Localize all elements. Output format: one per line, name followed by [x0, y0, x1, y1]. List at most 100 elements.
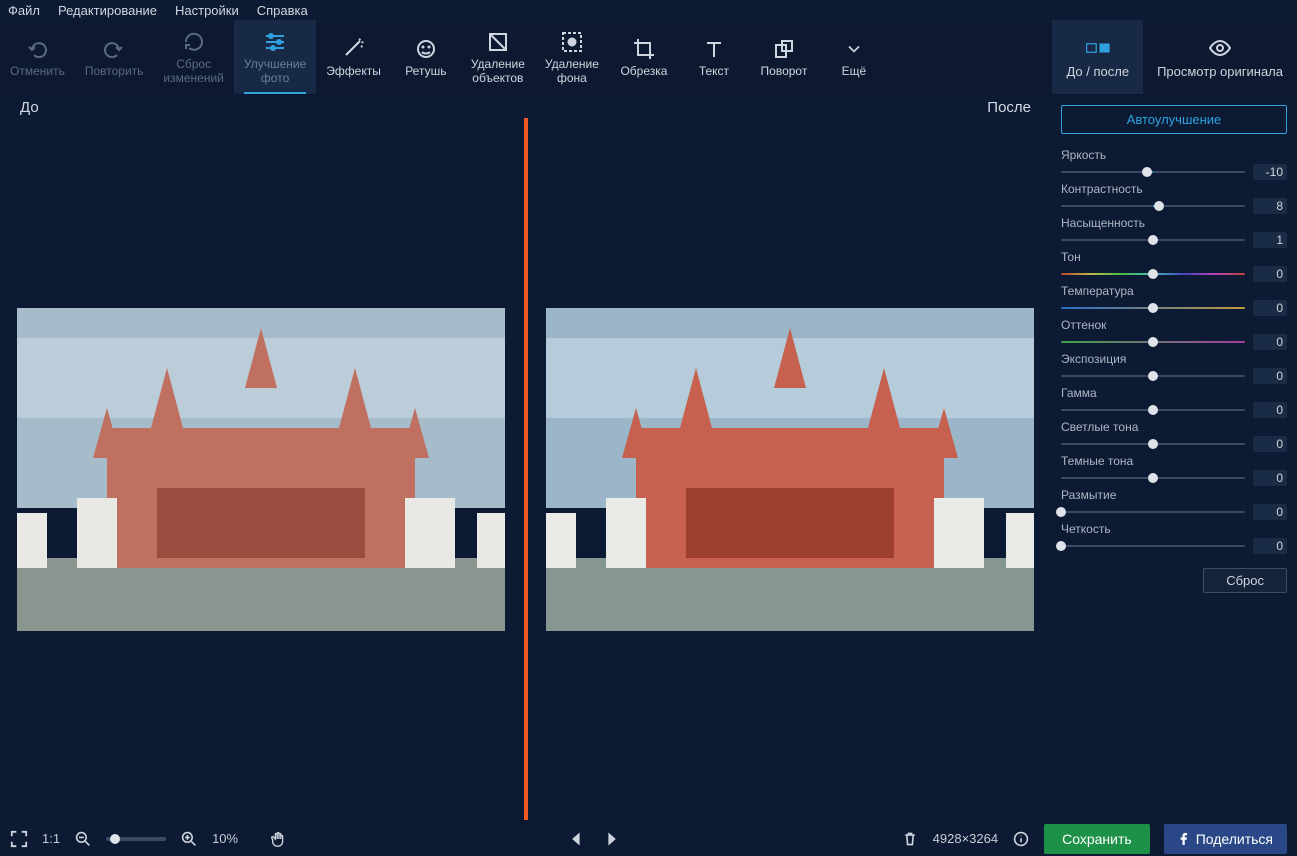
- enhance-label: Улучшение фото: [244, 58, 306, 86]
- slider-track[interactable]: [1061, 201, 1245, 211]
- slider-value[interactable]: 0: [1253, 538, 1287, 554]
- slider-thumb[interactable]: [1148, 473, 1158, 483]
- dimensions: 4928×3264: [933, 831, 998, 846]
- slider-value[interactable]: 0: [1253, 334, 1287, 350]
- slider-label: Температура: [1061, 284, 1287, 298]
- before-after-toggle[interactable]: До / после: [1052, 20, 1143, 94]
- info-icon[interactable]: [1012, 830, 1030, 848]
- before-pane: [0, 118, 524, 820]
- slider-value[interactable]: 0: [1253, 368, 1287, 384]
- slider-track[interactable]: [1061, 371, 1245, 381]
- undo-button[interactable]: Отменить: [0, 20, 75, 94]
- enhance-button[interactable]: Улучшение фото: [234, 20, 316, 94]
- slider-value[interactable]: 0: [1253, 470, 1287, 486]
- remove-objects-icon: [486, 30, 510, 54]
- reset-sliders-button[interactable]: Сброс: [1203, 568, 1287, 593]
- slider-value[interactable]: -10: [1253, 164, 1287, 180]
- reset-changes-button[interactable]: Сброс изменений: [153, 20, 233, 94]
- slider-thumb[interactable]: [1148, 337, 1158, 347]
- view-original-label: Просмотр оригинала: [1157, 64, 1283, 79]
- retouch-icon: [414, 37, 438, 61]
- slider-track[interactable]: [1061, 235, 1245, 245]
- slider-track[interactable]: [1061, 167, 1245, 177]
- redo-button[interactable]: Повторить: [75, 20, 154, 94]
- slider-thumb[interactable]: [1148, 439, 1158, 449]
- slider-row: Светлые тона0: [1061, 420, 1287, 452]
- after-image: [546, 308, 1034, 631]
- slider-value[interactable]: 1: [1253, 232, 1287, 248]
- undo-icon: [25, 37, 49, 61]
- slider-row: Температура 0: [1061, 284, 1287, 316]
- menu-bar: Файл Редактирование Настройки Справка: [0, 0, 1297, 20]
- slider-thumb[interactable]: [1056, 507, 1066, 517]
- effects-button[interactable]: Эффекты: [316, 20, 391, 94]
- slider-thumb[interactable]: [1148, 235, 1158, 245]
- slider-value[interactable]: 0: [1253, 504, 1287, 520]
- slider-row: Яркость-10: [1061, 148, 1287, 180]
- next-image-icon[interactable]: [603, 830, 621, 848]
- zoom-out-icon[interactable]: [74, 830, 92, 848]
- rotate-button[interactable]: Поворот: [749, 20, 819, 94]
- menu-help[interactable]: Справка: [257, 3, 308, 18]
- remove-bg-button[interactable]: Удаление фона: [535, 20, 609, 94]
- view-original-button[interactable]: Просмотр оригинала: [1143, 20, 1297, 94]
- text-label: Текст: [699, 65, 729, 79]
- enhance-icon: [263, 30, 287, 54]
- slider-value[interactable]: 8: [1253, 198, 1287, 214]
- remove-objects-button[interactable]: Удаление объектов: [461, 20, 535, 94]
- zoom-slider[interactable]: [106, 837, 166, 841]
- more-button[interactable]: Ещё: [819, 20, 889, 94]
- retouch-button[interactable]: Ретушь: [391, 20, 461, 94]
- slider-row: Гамма0: [1061, 386, 1287, 418]
- menu-file[interactable]: Файл: [8, 3, 40, 18]
- slider-row: Экспозиция0: [1061, 352, 1287, 384]
- slider-value[interactable]: 0: [1253, 402, 1287, 418]
- slider-thumb[interactable]: [1142, 167, 1152, 177]
- slider-row: Размытие0: [1061, 488, 1287, 520]
- slider-track[interactable]: [1061, 507, 1245, 517]
- after-label: После: [987, 99, 1031, 116]
- slider-label: Темные тона: [1061, 454, 1287, 468]
- rotate-icon: [772, 37, 796, 61]
- menu-edit[interactable]: Редактирование: [58, 3, 157, 18]
- reset-changes-label: Сброс изменений: [163, 58, 223, 86]
- save-button[interactable]: Сохранить: [1044, 824, 1150, 854]
- slider-thumb[interactable]: [1154, 201, 1164, 211]
- redo-label: Повторить: [85, 65, 144, 79]
- slider-row: Тон0: [1061, 250, 1287, 282]
- before-image: [17, 308, 505, 631]
- share-label: Поделиться: [1196, 831, 1273, 847]
- slider-thumb[interactable]: [1148, 405, 1158, 415]
- slider-value[interactable]: 0: [1253, 436, 1287, 452]
- slider-track[interactable]: [1061, 303, 1245, 313]
- prev-image-icon[interactable]: [567, 830, 585, 848]
- slider-track[interactable]: [1061, 405, 1245, 415]
- remove-objects-label: Удаление объектов: [471, 58, 525, 86]
- slider-track[interactable]: [1061, 541, 1245, 551]
- text-button[interactable]: Текст: [679, 20, 749, 94]
- crop-label: Обрезка: [620, 65, 667, 79]
- trash-icon[interactable]: [901, 830, 919, 848]
- menu-settings[interactable]: Настройки: [175, 3, 239, 18]
- effects-icon: [342, 37, 366, 61]
- slider-thumb[interactable]: [1148, 269, 1158, 279]
- slider-track[interactable]: [1061, 473, 1245, 483]
- slider-thumb[interactable]: [1056, 541, 1066, 551]
- auto-enhance-button[interactable]: Автоулучшение: [1061, 105, 1287, 134]
- crop-button[interactable]: Обрезка: [609, 20, 679, 94]
- share-button[interactable]: Поделиться: [1164, 824, 1287, 854]
- slider-thumb[interactable]: [1148, 303, 1158, 313]
- hand-tool-icon[interactable]: [270, 830, 288, 848]
- fullscreen-icon[interactable]: [10, 830, 28, 848]
- slider-track[interactable]: [1061, 337, 1245, 347]
- fit-label[interactable]: 1:1: [42, 831, 60, 846]
- zoom-in-icon[interactable]: [180, 830, 198, 848]
- slider-value[interactable]: 0: [1253, 266, 1287, 282]
- effects-label: Эффекты: [326, 65, 381, 79]
- slider-track[interactable]: [1061, 269, 1245, 279]
- canvas-area: До После: [0, 95, 1051, 820]
- slider-track[interactable]: [1061, 439, 1245, 449]
- more-label: Ещё: [842, 65, 867, 79]
- slider-value[interactable]: 0: [1253, 300, 1287, 316]
- slider-thumb[interactable]: [1148, 371, 1158, 381]
